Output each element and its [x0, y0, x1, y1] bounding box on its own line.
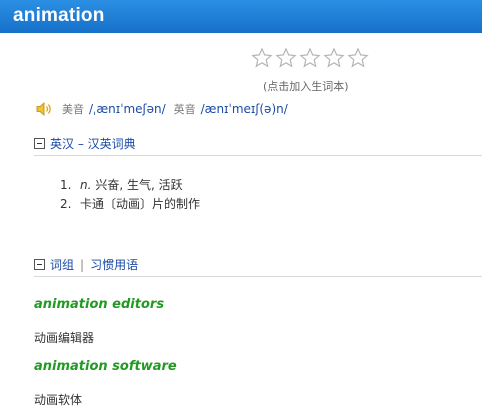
- dictionary-section-header: 英汉 – 汉英词典: [34, 135, 136, 152]
- phrases-section-header: 词组 | 习惯用语: [34, 256, 138, 273]
- collapse-icon[interactable]: [34, 259, 45, 270]
- definition-text: 兴奋, 生气, 活跃: [95, 178, 183, 192]
- speaker-icon[interactable]: [35, 101, 53, 117]
- word-header: animation: [0, 0, 482, 33]
- divider: [34, 155, 482, 156]
- definition-text: 卡通〔动画〕片的制作: [80, 197, 201, 211]
- tab-idioms[interactable]: 习惯用语: [90, 256, 138, 273]
- star-icon[interactable]: [347, 47, 369, 69]
- part-of-speech: n.: [80, 178, 92, 192]
- phrase-title[interactable]: animation editors: [34, 297, 164, 312]
- star-icon[interactable]: [251, 47, 273, 69]
- tab-phrases[interactable]: 词组: [50, 256, 74, 273]
- uk-label: 英音: [173, 103, 196, 116]
- definition-item: 2. 卡通〔动画〕片的制作: [60, 197, 201, 211]
- add-to-wordbook-hint[interactable]: (点击加入生词本): [263, 78, 349, 94]
- uk-phonetic: /ænɪˈmeɪʃ(ə)n/: [200, 102, 288, 116]
- star-icon[interactable]: [299, 47, 321, 69]
- word-title: animation: [13, 5, 105, 26]
- pronunciation-row: 美音 /ˌænɪˈmeʃən/ 英音 /ænɪˈmeɪʃ(ə)n/: [35, 100, 296, 118]
- star-icon[interactable]: [275, 47, 297, 69]
- rating-stars: [251, 47, 369, 69]
- dictionary-title: 英汉 – 汉英词典: [50, 137, 136, 151]
- phrase-translation: 动画软体: [34, 393, 83, 407]
- star-icon[interactable]: [323, 47, 345, 69]
- collapse-icon[interactable]: [34, 138, 45, 149]
- definition-list: 1. n. 兴奋, 生气, 活跃 2. 卡通〔动画〕片的制作: [60, 176, 200, 214]
- us-label: 美音: [62, 103, 84, 116]
- tab-separator: |: [80, 257, 85, 272]
- divider: [34, 276, 482, 277]
- definition-item: 1. n. 兴奋, 生气, 活跃: [60, 178, 183, 192]
- phrase-title[interactable]: animation software: [34, 359, 177, 374]
- us-phonetic: /ˌænɪˈmeʃən/: [89, 102, 166, 116]
- phrase-translation: 动画编辑器: [34, 331, 95, 345]
